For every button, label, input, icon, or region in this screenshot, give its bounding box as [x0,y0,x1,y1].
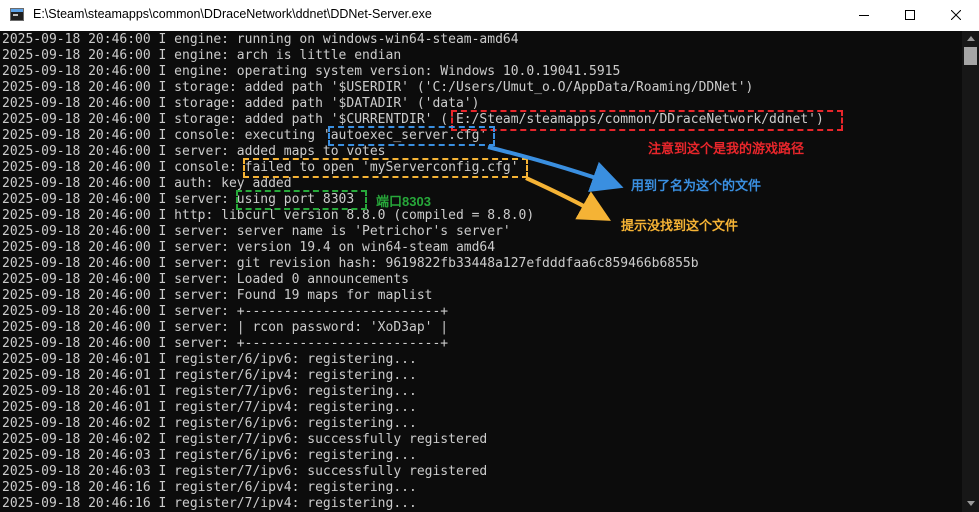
log-line: 2025-09-18 20:46:00 I engine: arch is li… [2,48,402,63]
minimize-button[interactable] [841,0,887,31]
maximize-button[interactable] [887,0,933,31]
window-title: E:\Steam\steamapps\common\DDraceNetwork\… [33,7,432,21]
console-output[interactable]: 2025-09-18 20:46:00 I engine: running on… [0,31,962,512]
log-line: 2025-09-18 20:46:00 I engine: running on… [2,32,519,47]
log-line: 2025-09-18 20:46:02 I register/7/ipv6: s… [2,432,488,447]
log-line: 2025-09-18 20:46:01 I register/6/ipv4: r… [2,368,417,383]
scroll-up-arrow-icon[interactable] [967,36,975,41]
maximize-icon [905,10,915,20]
close-button[interactable] [933,0,979,31]
minimize-icon [859,15,869,16]
log-line: 2025-09-18 20:46:00 I storage: added pat… [2,96,480,111]
game-path-highlight-box [451,110,843,131]
log-line: 2025-09-18 20:46:00 I server: Found 19 m… [2,288,433,303]
log-line: 2025-09-18 20:46:00 I server: git revisi… [2,256,699,271]
log-line: 2025-09-18 20:46:00 I http: libcurl vers… [2,208,535,223]
close-icon [951,10,961,20]
log-line: 2025-09-18 20:46:02 I register/6/ipv6: r… [2,416,417,431]
vertical-scrollbar[interactable] [962,31,979,512]
log-line: 2025-09-18 20:46:16 I register/6/ipv4: r… [2,480,417,495]
log-line: 2025-09-18 20:46:01 I register/6/ipv6: r… [2,352,417,367]
log-line: 2025-09-18 20:46:00 I server: Loaded 0 a… [2,272,409,287]
scroll-down-arrow-icon[interactable] [967,501,975,506]
log-line: 2025-09-18 20:46:00 I storage: added pat… [2,80,754,95]
game-path-note: 注意到这个是我的游戏路径 [648,141,805,156]
file-used-note: 用到了名为这个的文件 [631,178,762,193]
port-note: 端口8303 [376,194,431,209]
scroll-thumb[interactable] [964,47,977,65]
log-line: 2025-09-18 20:46:00 I server: server nam… [2,224,511,239]
title-bar[interactable]: E:\Steam\steamapps\common\DDraceNetwork\… [0,0,979,31]
console-app-icon[interactable] [10,8,24,21]
log-line: 2025-09-18 20:46:16 I register/7/ipv4: r… [2,496,417,511]
log-line: 2025-09-18 20:46:03 I register/7/ipv6: s… [2,464,488,479]
log-line: 2025-09-18 20:46:00 I server: | rcon pas… [2,320,449,335]
log-line: 2025-09-18 20:46:01 I register/7/ipv6: r… [2,384,417,399]
log-line: 2025-09-18 20:46:03 I register/6/ipv6: r… [2,448,417,463]
log-line: 2025-09-18 20:46:00 I server: +---------… [2,336,449,351]
autoexec-highlight-box [328,126,495,146]
log-line: 2025-09-18 20:46:00 I server: version 19… [2,240,496,255]
log-line: 2025-09-18 20:46:00 I server: +---------… [2,304,449,319]
log-line: 2025-09-18 20:46:01 I register/7/ipv4: r… [2,400,417,415]
file-missing-note: 提示没找到这个文件 [621,218,739,233]
port-highlight-box [236,190,367,210]
log-line: 2025-09-18 20:46:00 I engine: operating … [2,64,621,79]
config-missing-highlight-box [243,158,528,178]
